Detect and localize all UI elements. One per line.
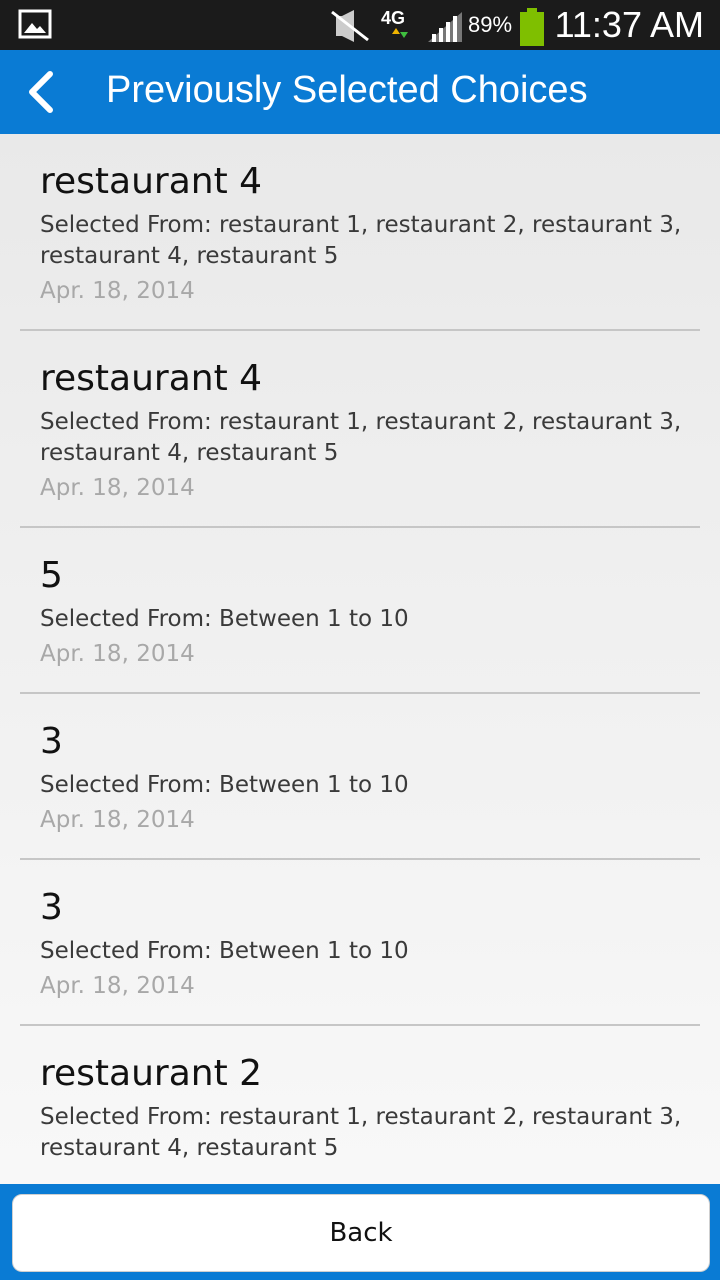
list-item[interactable]: 3 Selected From: Between 1 to 10 Apr. 18…	[20, 860, 700, 1026]
item-source: Selected From: restaurant 1, restaurant …	[40, 1102, 700, 1164]
list-item[interactable]: 5 Selected From: Between 1 to 10 Apr. 18…	[20, 528, 700, 694]
item-source: Selected From: restaurant 1, restaurant …	[40, 210, 700, 272]
list-item[interactable]: 3 Selected From: Between 1 to 10 Apr. 18…	[20, 694, 700, 860]
item-title: 3	[40, 887, 63, 928]
item-source-line-1: Selected From: restaurant 1, restaurant …	[40, 409, 682, 435]
item-title: 3	[40, 721, 63, 762]
choices-list[interactable]: restaurant 4 Selected From: restaurant 1…	[0, 134, 720, 1184]
list-item[interactable]: restaurant 4 Selected From: restaurant 1…	[20, 134, 700, 331]
item-source-line-1: Selected From: restaurant 1, restaurant …	[40, 212, 682, 238]
item-date: Apr. 18, 2014	[40, 475, 195, 501]
chevron-left-icon[interactable]	[22, 68, 62, 116]
item-date: Apr. 18, 2014	[40, 807, 195, 833]
status-bar: 4G 89% 11:37 AM	[0, 0, 720, 50]
item-source-line-2: restaurant 4, restaurant 5	[40, 1135, 339, 1161]
item-source: Selected From: restaurant 1, restaurant …	[40, 407, 700, 469]
signal-icon	[428, 12, 462, 42]
page-title: Previously Selected Choices	[106, 69, 588, 111]
list-item[interactable]: restaurant 4 Selected From: restaurant 1…	[20, 331, 700, 528]
bottom-bar: Back	[0, 1184, 720, 1280]
item-title: restaurant 4	[40, 358, 263, 399]
network-4g-icon: 4G	[381, 8, 408, 38]
item-source-line-1: Selected From: restaurant 1, restaurant …	[40, 1104, 682, 1130]
item-date: Apr. 18, 2014	[40, 278, 195, 304]
back-button[interactable]: Back	[12, 1194, 710, 1272]
item-source: Selected From: Between 1 to 10	[40, 772, 409, 798]
gallery-icon	[18, 9, 52, 39]
list-item[interactable]: restaurant 2 Selected From: restaurant 1…	[20, 1026, 700, 1184]
item-date: Apr. 18, 2014	[40, 641, 195, 667]
item-title: restaurant 4	[40, 161, 263, 202]
item-source: Selected From: Between 1 to 10	[40, 938, 409, 964]
battery-percent: 89%	[468, 12, 513, 37]
action-bar: Previously Selected Choices	[0, 50, 720, 134]
item-source: Selected From: Between 1 to 10	[40, 606, 409, 632]
item-title: restaurant 2	[40, 1053, 263, 1094]
item-source-line-2: restaurant 4, restaurant 5	[40, 440, 339, 466]
network-type-label: 4G	[381, 8, 405, 28]
status-clock: 11:37 AM	[554, 4, 704, 45]
battery-icon	[520, 8, 544, 46]
item-source-line-2: restaurant 4, restaurant 5	[40, 243, 339, 269]
item-date: Apr. 18, 2014	[40, 973, 195, 999]
mute-icon	[331, 10, 369, 42]
item-title: 5	[40, 555, 63, 596]
